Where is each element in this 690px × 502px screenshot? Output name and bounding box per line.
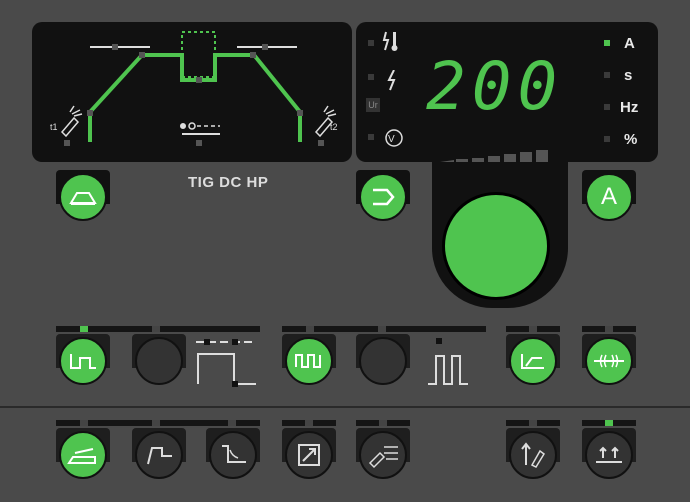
parameter-set-label: A xyxy=(600,183,617,210)
unit-a: A xyxy=(624,35,635,52)
arc-length-button[interactable] xyxy=(582,334,636,388)
parameter-display: Ur V 200 A s Hz % xyxy=(356,22,658,162)
mode-option-button-2[interactable] xyxy=(356,334,410,388)
dc-wave-icon xyxy=(70,354,96,369)
mode-bar-4 xyxy=(582,326,636,332)
adjust-knob[interactable] xyxy=(442,192,550,300)
cycle-icon xyxy=(69,192,97,205)
wire-feed-button[interactable] xyxy=(356,428,410,482)
led-vrd xyxy=(368,134,374,140)
hot-start-button[interactable] xyxy=(132,428,186,482)
unit-s: s xyxy=(624,67,633,84)
mode-bar-3 xyxy=(506,326,560,332)
remote-control-button[interactable] xyxy=(282,428,336,482)
function-bar-2 xyxy=(282,420,336,426)
hot-start-icon xyxy=(147,447,172,465)
ramp-icon xyxy=(521,354,544,369)
pulse-mode-button[interactable] xyxy=(282,334,336,388)
parameter-set-button[interactable]: A xyxy=(582,170,636,224)
unit-hz: Hz xyxy=(620,99,639,116)
fast-pulse-wave-icon xyxy=(428,338,468,385)
mode-bar-1 xyxy=(56,326,260,332)
function-bar-5 xyxy=(582,420,636,426)
led-unit-hz xyxy=(604,104,610,110)
process-mode-label: TIG DC HP xyxy=(188,174,269,191)
mode-bar-2 xyxy=(282,326,486,332)
torch-mode-icon xyxy=(67,448,96,464)
thermal-warning-icon xyxy=(382,30,402,54)
mode-option-button-1[interactable] xyxy=(132,334,186,388)
dc-mode-button[interactable] xyxy=(56,334,110,388)
next-parameter-button[interactable] xyxy=(356,170,410,224)
torch-up-down-button[interactable] xyxy=(506,428,560,482)
svg-text:V: V xyxy=(388,134,395,145)
voltage-warning-icon xyxy=(386,69,400,92)
weld-cycle-display: t1 t2 xyxy=(32,22,352,162)
section-divider xyxy=(0,406,690,408)
remote-icon xyxy=(298,444,320,466)
down-slope-button[interactable] xyxy=(206,428,260,482)
gas-flow-icon xyxy=(180,122,220,135)
two-step-wave-icon xyxy=(196,339,256,387)
torch-up-down-icon xyxy=(521,442,545,468)
arrow-right-icon xyxy=(373,188,395,206)
led-unit-percent xyxy=(604,136,610,142)
ramp-mode-button[interactable] xyxy=(506,334,560,388)
vrd-icon: V xyxy=(384,128,404,148)
torch-left-icon xyxy=(60,105,83,138)
t1-label: t1 xyxy=(50,122,58,132)
level-meter xyxy=(440,150,548,162)
led-voltage xyxy=(368,74,374,80)
led-thermal xyxy=(368,40,374,46)
down-slope-icon xyxy=(222,445,246,463)
function-bar-4 xyxy=(506,420,560,426)
led-unit-s xyxy=(604,72,610,78)
function-bar-1 xyxy=(56,420,260,426)
torch-mode-button[interactable] xyxy=(56,428,110,482)
gap-icon xyxy=(596,446,622,463)
gap-setting-button[interactable] xyxy=(582,428,636,482)
function-bar-3 xyxy=(356,420,410,426)
arc-icon xyxy=(594,354,624,368)
value-readout: 200 xyxy=(426,48,564,125)
unit-percent: % xyxy=(624,131,638,148)
ur-indicator: Ur xyxy=(366,98,380,112)
weld-cycle-graph xyxy=(60,31,337,146)
t2-label: t2 xyxy=(330,122,338,132)
wire-feed-icon xyxy=(368,446,398,469)
weld-cycle-button[interactable] xyxy=(56,170,110,224)
pulse-wave-icon xyxy=(295,354,321,368)
led-unit-a xyxy=(604,40,610,46)
